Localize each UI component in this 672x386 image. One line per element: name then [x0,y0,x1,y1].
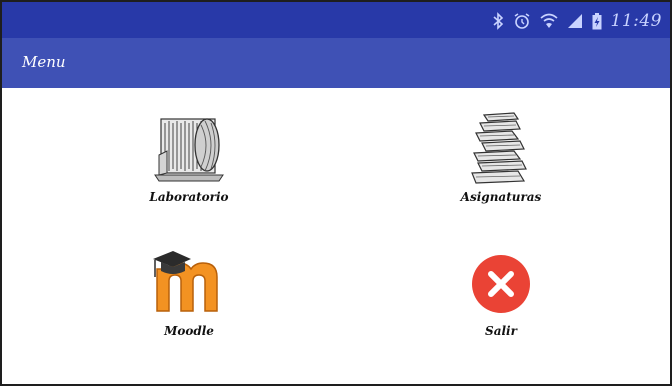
menu-item-salir[interactable]: Salir [426,242,576,352]
status-bar: 11:49 [2,2,670,38]
laboratory-drawing-icon [154,118,224,182]
battery-charging-icon [592,12,601,29]
book-stack-icon [471,112,527,184]
menu-item-moodle[interactable]: Moodle [114,242,264,352]
alarm-clock-icon [514,13,529,29]
wifi-icon [539,13,558,28]
cell-signal-icon [567,14,582,28]
exit-x-icon [472,255,530,313]
menu-item-label: Moodle [164,324,214,338]
moodle-logo-icon [153,251,218,312]
menu-item-laboratorio[interactable]: Laboratorio [114,108,264,218]
menu-item-label: Salir [485,324,517,338]
app-bar-title: Menu [22,53,66,71]
menu-item-asignaturas[interactable]: Asignaturas [426,108,576,218]
status-icons: 11:49 [492,10,663,32]
menu-item-label: Laboratorio [149,190,229,204]
status-time: 11:49 [610,11,662,31]
bluetooth-icon [492,12,503,30]
menu-item-label: Asignaturas [460,190,542,204]
app-bar: Menu [2,38,670,88]
app-screen: 11:49 Menu Laboratorio Asignaturas Moodl… [0,0,672,386]
